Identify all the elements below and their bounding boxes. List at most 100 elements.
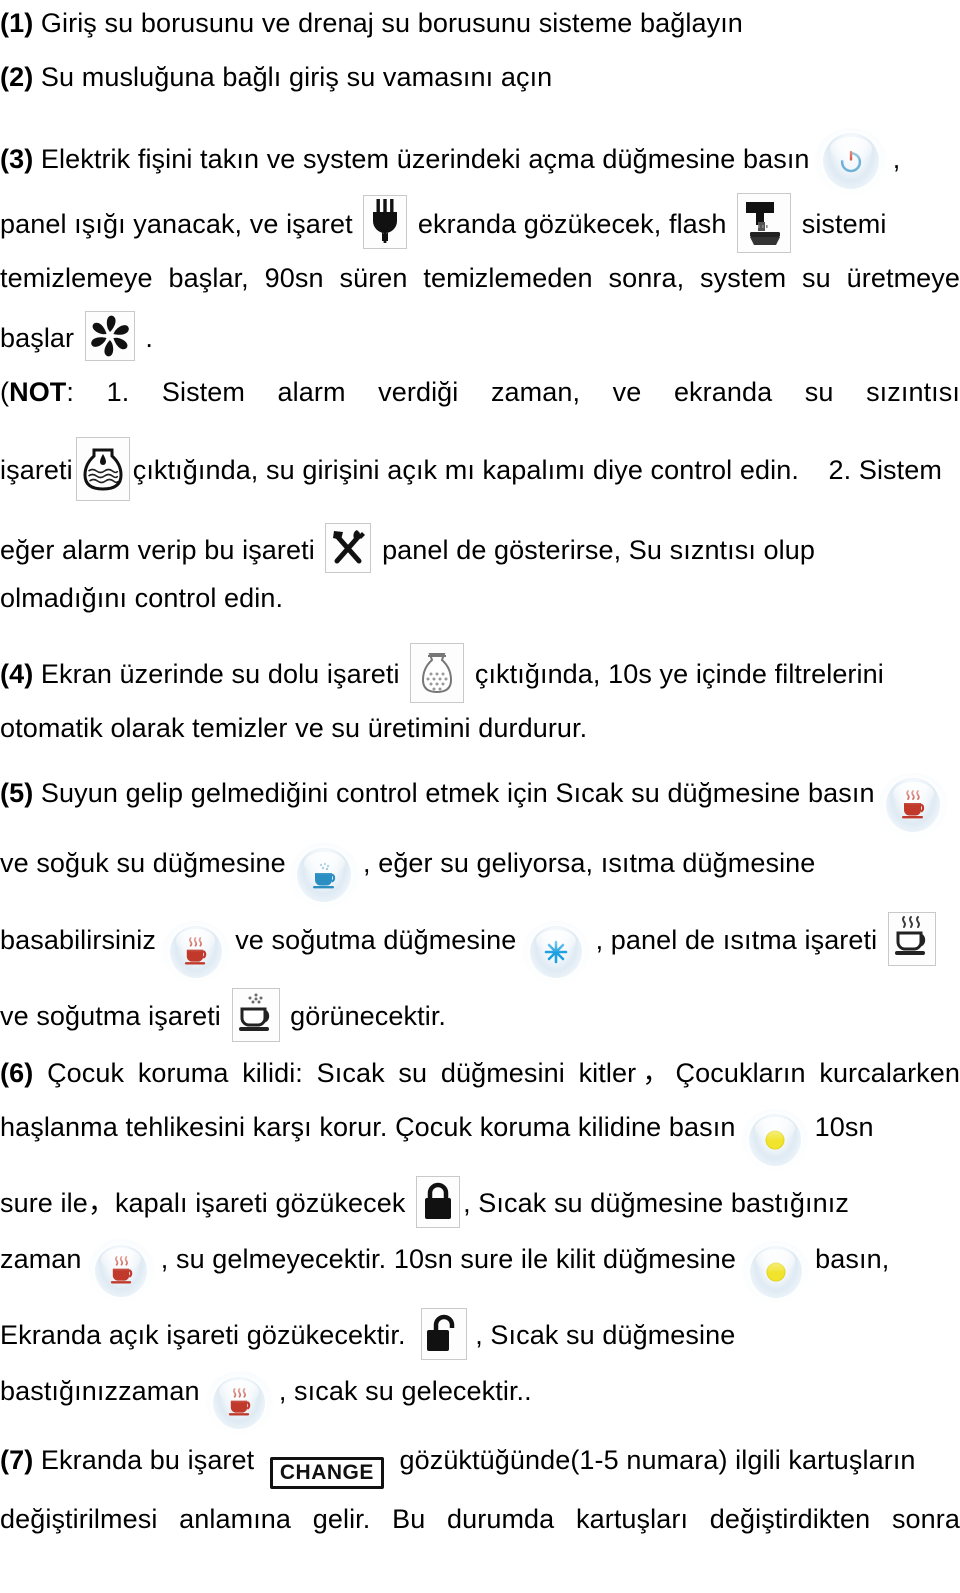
power-plug-icon — [363, 195, 408, 250]
lock-closed-symbol-icon — [425, 1182, 452, 1220]
note-line-3: eğer alarm verip bu işareti panel de gös… — [0, 522, 960, 573]
step-6-number: (6) — [0, 1058, 34, 1089]
hot-cup-symbol-icon — [902, 790, 925, 819]
hot-cup-symbol-icon-3 — [228, 1388, 251, 1416]
child-lock-button-glossy-2 — [749, 1246, 802, 1299]
step-4-number: (4) — [0, 658, 34, 689]
note-item-2-text-c: olmadığını control edin. — [0, 582, 284, 613]
step-4-line-2-text: otomatik olarak temizler ve su üretimini… — [0, 712, 588, 743]
step-6-line-6b: , sıcak su gelecektir.. — [278, 1376, 532, 1407]
power-button-glossy — [823, 133, 880, 190]
step-6-line-5a: Ekranda açık işareti gözükecektir. — [0, 1320, 406, 1351]
step-7-line-2-text: değiştirilmesi anlamına gelir. Bu durumd… — [0, 1504, 960, 1535]
step-6-line-6a: bastığınızzaman — [0, 1376, 200, 1407]
step-5-line-4b: görünecektir. — [290, 1001, 447, 1032]
step-6-line-4c: basın, — [815, 1244, 890, 1275]
step-3-line-2a: panel ışığı yanacak, ve işaret — [0, 209, 353, 240]
child-lock-button-icon-2 — [741, 1240, 810, 1304]
step-3-line-1: (3) Elektrik fişini takın ve system üzer… — [0, 127, 960, 196]
note-item-1-number: 1. — [106, 377, 130, 408]
step-5-line-2: ve soğuk su düğmesine , eğer su geliyors… — [0, 842, 960, 908]
heating-button-icon — [161, 920, 230, 984]
tools-wrench-hammer-icon — [325, 522, 372, 573]
faucet-flush-icon — [737, 193, 792, 254]
note-item-1-text-c: çıktığında, su girişini açık mı kapalımı… — [132, 454, 799, 485]
cold-cup-symbol-icon — [313, 863, 336, 889]
step-2-paragraph: (2) Su musluğuna bağlı giriş su vamasını… — [0, 56, 960, 100]
plug-symbol-icon — [373, 199, 398, 244]
manual-page: (1) Giriş su borusunu ve drenaj su borus… — [0, 0, 960, 1593]
child-lock-symbol-icon — [765, 1130, 785, 1150]
snowflake-symbol-icon — [544, 941, 568, 964]
hot-water-button-icon-2 — [86, 1239, 156, 1302]
note-label: NOT — [9, 377, 67, 408]
step-6-line-4a: zaman — [0, 1244, 82, 1275]
step-6-line-5: Ekranda açık işareti gözükecektir. , Sıc… — [0, 1308, 960, 1361]
step-1-text: Giriş su borusunu ve drenaj su borusunu … — [40, 8, 743, 38]
step-6-line-3: sure ile，kapalı işareti gözükecek , Sıca… — [0, 1176, 960, 1229]
step-6-line-6: bastığınızzaman , sıcak su gelecektir.. — [0, 1370, 960, 1434]
power-button-icon — [814, 127, 889, 196]
step-5-line-1-text: Suyun gelip gelmediğini control etmek iç… — [40, 778, 875, 809]
jug-leak-symbol-icon — [83, 448, 123, 491]
step-4-line-2: otomatik olarak temizler ve su üretimini… — [0, 707, 960, 751]
heating-cup-symbol-icon — [184, 937, 207, 965]
step-5-number: (5) — [0, 778, 34, 809]
step-3-line-2b: ekranda gözükecek, flash — [417, 209, 727, 240]
tools-symbol-icon — [333, 529, 366, 564]
step-7-line-2: değiştirilmesi anlamına gelir. Bu durumd… — [0, 1498, 960, 1542]
step-6-line-4b: , su gelmeyecektir. 10sn sure ile kilit … — [160, 1244, 736, 1275]
hot-water-button-icon-3 — [204, 1371, 274, 1434]
child-lock-symbol-icon-2 — [766, 1262, 786, 1282]
pinwheel-symbol-icon — [90, 315, 129, 357]
step-6-line-3a: sure ile，kapalı işareti gözükecek — [0, 1188, 406, 1219]
step-4-text-a: Ekran üzerinde su dolu işareti — [40, 658, 400, 689]
cooling-snowflake-button-icon — [521, 921, 591, 984]
step-3-comma: , — [892, 144, 901, 175]
power-symbol-icon — [841, 151, 862, 173]
note-line-1: (NOT: 1. Sistem alarm verdiği zaman, ve … — [0, 371, 960, 415]
hot-water-button-glossy-2 — [95, 1244, 148, 1297]
water-leak-jug-icon — [75, 436, 130, 501]
note-item-2-number: 2. Sistem — [828, 454, 942, 485]
water-full-jug-icon — [410, 642, 465, 703]
step-3-line-4: başlar . — [0, 311, 960, 362]
cooling-panel-symbol-icon — [238, 993, 269, 1032]
step-5-line-3a: basabilirsiniz — [0, 925, 156, 956]
step-5-line-2b: , eğer su geliyorsa, ısıtma düğmesine — [363, 848, 816, 879]
cold-water-button-glossy — [297, 848, 352, 903]
hot-cup-symbol-icon-2 — [110, 1256, 132, 1284]
step-1-number: (1) — [0, 8, 34, 38]
step-6-line-2b: 10sn — [814, 1112, 874, 1143]
step-6-line-1: (6) Çocuk koruma kilidi: Sıcak su düğmes… — [0, 1052, 960, 1096]
step-7-line-1a: Ekranda bu işaret — [40, 1444, 255, 1475]
note-item-2-text-b: panel de gösterirse, Su sızntısı olup — [382, 534, 816, 565]
step-3-line-3: temizlemeye başlar, 90sn süren temizleme… — [0, 257, 960, 301]
pinwheel-icon — [84, 311, 135, 362]
step-2-text: Su musluğuna bağlı giriş su vamasını açı… — [40, 61, 553, 92]
step-7-number: (7) — [0, 1444, 34, 1475]
step-5-line-3b: ve soğutma düğmesine — [235, 925, 517, 956]
lock-open-icon — [421, 1308, 468, 1361]
step-3-line-1-text: Elektrik fişini takın ve system üzerinde… — [40, 144, 810, 175]
lock-closed-icon — [416, 1176, 461, 1229]
cooling-button-glossy — [529, 926, 582, 979]
hot-water-button-icon — [877, 773, 949, 838]
change-badge-text: CHANGE — [279, 1460, 374, 1484]
hot-water-button-glossy-3 — [213, 1376, 266, 1429]
note-item-1-text-a: Sistem alarm verdiği zaman, ve ekranda s… — [161, 377, 960, 408]
